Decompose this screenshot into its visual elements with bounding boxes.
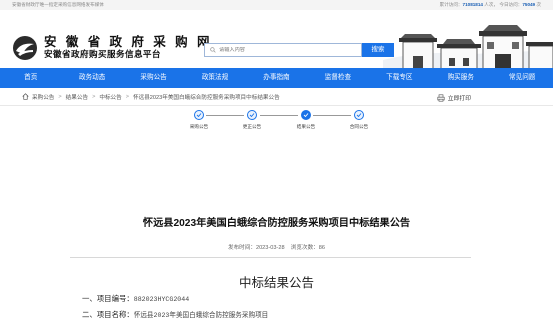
- check-icon: [194, 110, 204, 120]
- article-meta: 发布时间：2023-03-28 浏览次数：86: [0, 243, 553, 251]
- site-header: 安 徽 省 政 府 采 购 网 安徽省政府购买服务信息平台 搜索: [0, 10, 553, 68]
- nav-item-supervision[interactable]: 监督检查: [307, 68, 368, 88]
- breadcrumb-separator: >: [92, 93, 96, 100]
- search-input[interactable]: [219, 47, 339, 53]
- site-notice: 安徽省财政厅唯一指定采购信息网络发布媒体: [12, 2, 104, 7]
- field-label: 一、项目编号：: [82, 294, 134, 303]
- nav-item-guide[interactable]: 办事指南: [246, 68, 307, 88]
- step-label: 采购公告: [189, 124, 209, 129]
- check-icon: [354, 110, 364, 120]
- breadcrumb-item-award[interactable]: 中标公告: [99, 93, 121, 101]
- nav-item-downloads[interactable]: 下载专区: [369, 68, 430, 88]
- breadcrumb-separator: >: [125, 93, 130, 100]
- step-contract-notice[interactable]: 合同公告: [339, 110, 379, 130]
- search-box[interactable]: [204, 43, 362, 57]
- field-label: 二、项目名称：: [82, 310, 134, 319]
- nav-item-home[interactable]: 首页: [0, 68, 61, 88]
- total-visits-label: 累计访问：: [439, 2, 463, 7]
- field-value: 怀远县2023年美国白蛾综合防控服务采购项目: [133, 312, 269, 319]
- nav-item-purchase-services[interactable]: 购买服务: [430, 68, 491, 88]
- step-result-notice[interactable]: 结果公告: [286, 110, 326, 130]
- main-nav: 首页 政务动态 采购公告 政策法规 办事指南 监督检查 下载专区 购买服务 常见…: [0, 68, 553, 88]
- visit-stats: 累计访问：71081814 人次， 今日访问：75049 次: [439, 2, 541, 7]
- breadcrumb-item-current: 怀远县2023年美国白蛾综合防控服务采购项目中标结果公告: [133, 94, 280, 101]
- breadcrumb-item-procurement[interactable]: 采购公告: [32, 93, 54, 101]
- nav-item-procurement-notices[interactable]: 采购公告: [123, 68, 184, 88]
- step-label: 更正公告: [242, 124, 262, 129]
- today-visits-unit: 次: [536, 2, 541, 7]
- total-visits-value: 71081814: [462, 2, 483, 7]
- breadcrumb: 采购公告 > 结果公告 > 中标公告 > 怀远县2023年美国白蛾综合防控服务采…: [0, 88, 553, 106]
- step-procurement-notice[interactable]: 采购公告: [179, 110, 219, 130]
- today-visits-label: 今日访问：: [499, 2, 523, 7]
- nav-item-faq[interactable]: 常见问题: [492, 68, 553, 88]
- huizhou-architecture-illustration: [383, 25, 553, 68]
- today-visits-value: 75049: [522, 2, 536, 7]
- publish-date-label: 发布时间：: [227, 245, 256, 251]
- step-label: 合同公告: [349, 124, 369, 129]
- top-bar: 安徽省财政厅唯一指定采购信息网络发布媒体 累计访问：71081814 人次， 今…: [0, 0, 553, 10]
- printer-icon: [437, 93, 445, 102]
- search-icon: [210, 47, 216, 53]
- site-title: 安 徽 省 政 府 采 购 网 安徽省政府购买服务信息平台: [44, 35, 212, 60]
- notice-steps: 采购公告 更正公告 结果公告 合同公告: [0, 106, 553, 146]
- total-visits-unit: 人次: [484, 2, 494, 7]
- site-logo-icon[interactable]: [12, 35, 38, 61]
- check-icon: [301, 110, 311, 120]
- divider: [70, 257, 471, 258]
- home-icon[interactable]: [22, 93, 29, 100]
- check-icon: [247, 110, 257, 120]
- nav-item-news[interactable]: 政务动态: [61, 68, 122, 88]
- breadcrumb-separator: >: [58, 93, 62, 100]
- publish-date: 2023-03-28: [255, 245, 285, 251]
- project-number-field: 一、项目编号：882023HYCG2044: [82, 293, 189, 304]
- step-label: 结果公告: [296, 124, 316, 129]
- site-title-main: 安 徽 省 政 府 采 购 网: [44, 34, 212, 49]
- project-name-field: 二、项目名称：怀远县2023年美国白蛾综合防控服务采购项目: [82, 309, 268, 320]
- view-count-label: 浏览次数：: [290, 245, 319, 251]
- article-title: 怀远县2023年美国白蛾综合防控服务采购项目中标结果公告: [142, 218, 411, 229]
- nav-item-policies[interactable]: 政策法规: [184, 68, 245, 88]
- site-title-sub: 安徽省政府购买服务信息平台: [44, 49, 161, 59]
- field-value: 882023HYCG2044: [133, 296, 190, 303]
- print-button[interactable]: 立即打印: [437, 93, 471, 102]
- document-title: 中标结果公告: [238, 275, 314, 290]
- step-correction-notice[interactable]: 更正公告: [232, 110, 272, 130]
- breadcrumb-item-result[interactable]: 结果公告: [66, 93, 88, 101]
- view-count: 86: [318, 245, 326, 251]
- print-label: 立即打印: [447, 96, 471, 102]
